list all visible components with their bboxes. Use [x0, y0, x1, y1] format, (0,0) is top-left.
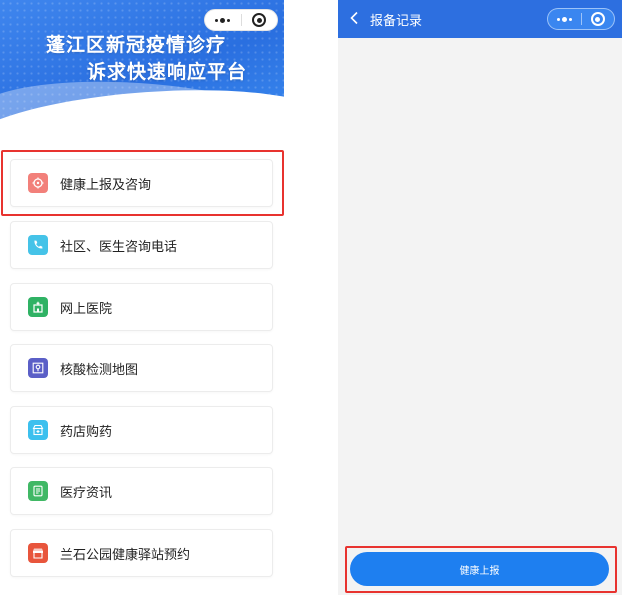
menu-item-label: 网上医院	[60, 301, 113, 317]
chevron-left-icon	[350, 11, 358, 25]
hospital-icon	[28, 297, 48, 317]
menu-item-label: 健康上报及咨询	[60, 177, 152, 193]
menu-item-label: 核酸检测地图	[60, 362, 139, 378]
health-report-button[interactable]: 健康上报	[350, 552, 609, 586]
close-miniprogram-button[interactable]	[242, 10, 278, 30]
miniprogram-capsule	[204, 9, 278, 31]
left-phone-screen: 蓬江区新冠疫情诊疗 诉求快速响应平台 健康上报及咨询 社区、医生咨询电话 网上医…	[0, 0, 284, 595]
menu-item-label: 药店购药	[60, 424, 113, 440]
phone-icon	[28, 235, 48, 255]
menu-item-label: 兰石公园健康驿站预约	[60, 547, 191, 563]
page-title: 报备记录	[370, 14, 423, 29]
miniprogram-capsule	[547, 8, 615, 30]
menu-item-label: 社区、医生咨询电话	[60, 239, 178, 255]
menu-item-medical-news[interactable]: 医疗资讯	[10, 467, 273, 515]
news-icon	[28, 481, 48, 501]
close-miniprogram-button[interactable]	[582, 9, 615, 29]
back-button[interactable]	[344, 7, 364, 29]
menu-item-pharmacy[interactable]: 药店购药	[10, 406, 273, 454]
more-button[interactable]	[205, 10, 241, 30]
more-dots-icon	[215, 17, 231, 23]
more-dots-icon	[556, 16, 572, 22]
banner-title-line1: 蓬江区新冠疫情诊疗	[46, 34, 227, 56]
menu-item-nucleic-test-map[interactable]: 核酸检测地图	[10, 344, 273, 392]
pharmacy-icon	[28, 420, 48, 440]
banner-title-line2: 诉求快速响应平台	[87, 61, 248, 83]
target-close-icon	[590, 12, 605, 26]
station-icon	[28, 543, 48, 563]
more-button[interactable]	[548, 9, 581, 29]
health-report-icon	[28, 173, 48, 193]
map-icon	[28, 358, 48, 378]
menu-item-consult-phone[interactable]: 社区、医生咨询电话	[10, 221, 273, 269]
menu-item-label: 医疗资讯	[60, 485, 113, 501]
menu-item-health-station[interactable]: 兰石公园健康驿站预约	[10, 529, 273, 577]
menu-item-online-hospital[interactable]: 网上医院	[10, 283, 273, 331]
menu-item-health-report[interactable]: 健康上报及咨询	[10, 159, 273, 207]
target-close-icon	[252, 13, 267, 27]
right-phone-screen: 报备记录 健康上报	[338, 0, 622, 595]
